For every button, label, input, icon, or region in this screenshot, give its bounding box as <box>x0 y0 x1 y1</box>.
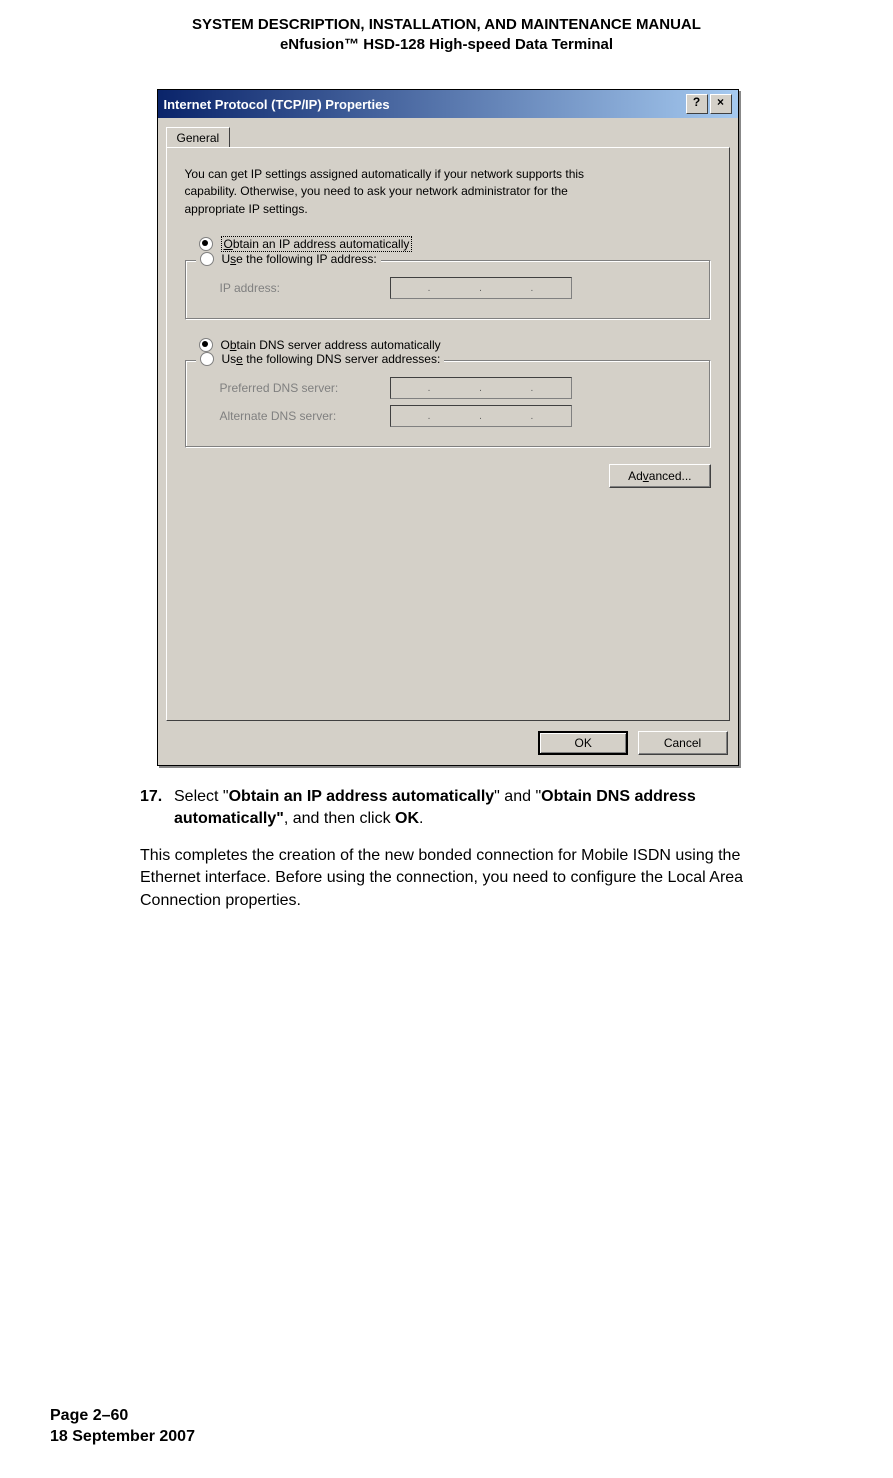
radio-label-ip-auto: Obtain an IP address automatically <box>221 236 413 252</box>
step-17: 17. Select "Obtain an IP address automat… <box>140 786 803 831</box>
page-header: SYSTEM DESCRIPTION, INSTALLATION, AND MA… <box>0 0 893 54</box>
radio-label-ip-manual: Use the following IP address: <box>222 252 377 266</box>
advanced-button[interactable]: Advanced... <box>609 464 710 488</box>
radio-icon <box>200 352 214 366</box>
description-text: You can get IP settings assigned automat… <box>185 166 605 218</box>
tab-panel-general: You can get IP settings assigned automat… <box>166 147 730 721</box>
radio-row-ip-manual[interactable]: Use the following IP address: <box>196 252 381 266</box>
field-preferred-dns: Preferred DNS server: . . . <box>200 377 696 399</box>
header-line-2: eNfusion™ HSD-128 High-speed Data Termin… <box>0 35 893 55</box>
field-ip-address: IP address: . . . <box>200 277 696 299</box>
tab-general[interactable]: General <box>166 127 231 148</box>
page-footer: Page 2–60 18 September 2007 <box>50 1406 195 1448</box>
input-alternate-dns[interactable]: . . . <box>390 405 572 427</box>
radio-icon <box>199 237 213 251</box>
ok-button[interactable]: OK <box>538 731 628 755</box>
dialog-footer: OK Cancel <box>158 721 738 765</box>
label-ip-address: IP address: <box>220 281 390 295</box>
radio-label-dns-auto: Obtain DNS server address automatically <box>221 338 441 352</box>
label-alternate-dns: Alternate DNS server: <box>220 409 390 423</box>
input-preferred-dns[interactable]: . . . <box>390 377 572 399</box>
radio-label-dns-manual: Use the following DNS server addresses: <box>222 352 441 366</box>
radio-row-dns-auto[interactable]: Obtain DNS server address automatically <box>199 338 711 352</box>
radio-row-dns-manual[interactable]: Use the following DNS server addresses: <box>196 352 445 366</box>
page-number: Page 2–60 <box>50 1406 195 1427</box>
tcpip-properties-dialog: Internet Protocol (TCP/IP) Properties ? … <box>157 89 739 766</box>
ip-manual-group: Use the following IP address: IP address… <box>185 260 711 320</box>
close-button[interactable]: × <box>710 94 732 114</box>
radio-row-ip-auto[interactable]: Obtain an IP address automatically <box>199 236 711 252</box>
cancel-button[interactable]: Cancel <box>638 731 728 755</box>
radio-icon <box>200 252 214 266</box>
field-alternate-dns: Alternate DNS server: . . . <box>200 405 696 427</box>
footer-date: 18 September 2007 <box>50 1427 195 1448</box>
dialog-title: Internet Protocol (TCP/IP) Properties <box>164 97 684 112</box>
step-number: 17. <box>140 786 174 831</box>
completion-paragraph: This completes the creation of the new b… <box>140 845 803 912</box>
screenshot-figure: Internet Protocol (TCP/IP) Properties ? … <box>157 89 737 766</box>
step-text: Select "Obtain an IP address automatical… <box>174 786 803 831</box>
dns-manual-group: Use the following DNS server addresses: … <box>185 360 711 448</box>
header-line-1: SYSTEM DESCRIPTION, INSTALLATION, AND MA… <box>0 15 893 35</box>
advanced-row: Advanced... <box>185 464 711 488</box>
tab-strip: General You can get IP settings assigned… <box>158 118 738 721</box>
label-preferred-dns: Preferred DNS server: <box>220 381 390 395</box>
help-button[interactable]: ? <box>686 94 708 114</box>
radio-icon <box>199 338 213 352</box>
input-ip-address[interactable]: . . . <box>390 277 572 299</box>
dialog-titlebar: Internet Protocol (TCP/IP) Properties ? … <box>158 90 738 118</box>
